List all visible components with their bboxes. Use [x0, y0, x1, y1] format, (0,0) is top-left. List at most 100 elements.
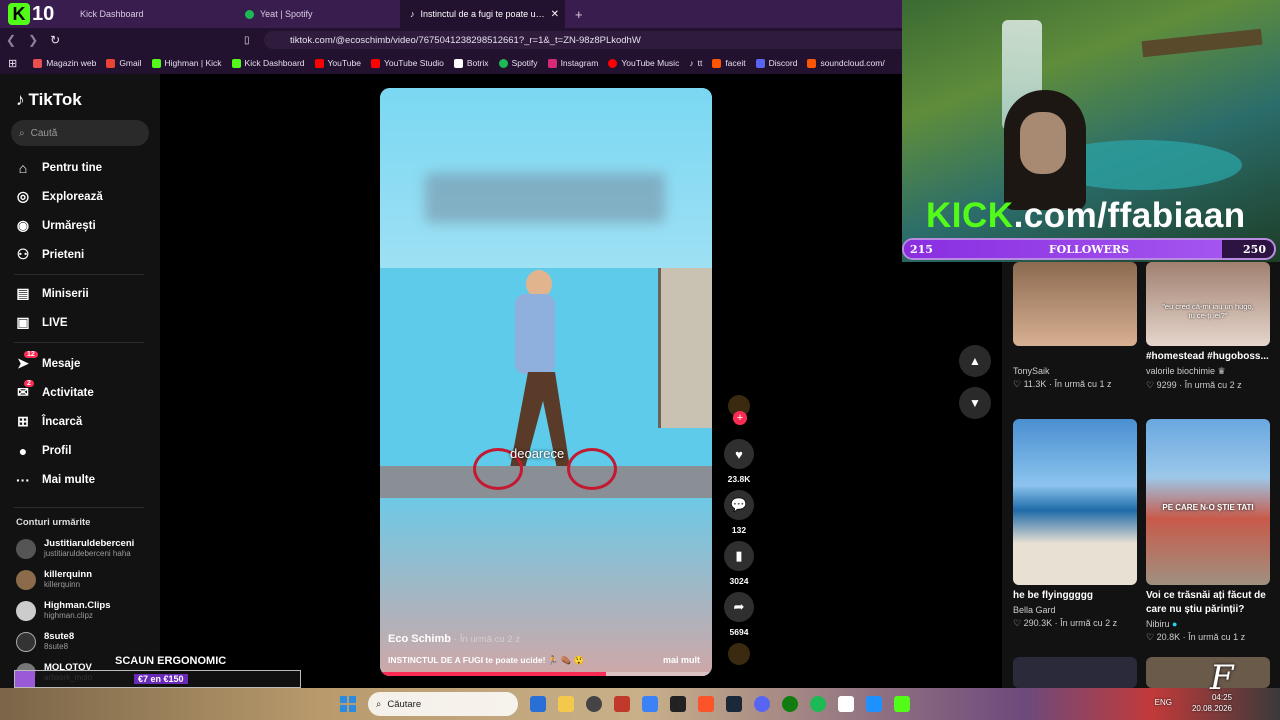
forward-icon[interactable]: ❯	[28, 33, 38, 47]
video-player[interactable]: deoarece Eco Schimb · În urmă cu 2 z INS…	[380, 88, 712, 676]
app-icon[interactable]	[642, 696, 658, 712]
app-icon[interactable]	[614, 696, 630, 712]
followers-goal: 250	[1243, 243, 1266, 256]
menu-item-prieteni[interactable]: ⚇ Prieteni	[14, 240, 154, 269]
menu-item-profil[interactable]: ● Profil	[14, 436, 154, 465]
video-door	[658, 268, 712, 428]
save-button[interactable]: ▮ 3024	[722, 541, 756, 586]
menu-item-pentru-tine[interactable]: ⌂ Pentru tine	[14, 153, 154, 182]
spotify-icon[interactable]	[810, 696, 826, 712]
avatar	[16, 601, 36, 621]
bookmark-item[interactable]: Highman | Kick	[151, 58, 222, 68]
bookmark-icon[interactable]: ▯	[244, 35, 250, 46]
like-button[interactable]: ♥ 23.8K	[722, 439, 756, 484]
followers-label: FOLLOWERS	[1048, 243, 1130, 256]
share-button[interactable]: ➦ 5694	[722, 592, 756, 637]
bookmark-item[interactable]: faceit	[712, 58, 746, 68]
menu-item-incarca[interactable]: ⊞ Încarcă	[14, 407, 154, 436]
recommended-card[interactable]: PE CARE N-O ȘTIE TATI Voi ce trăsnăi ați…	[1146, 419, 1270, 643]
apps-grid-icon[interactable]: ⊞	[8, 57, 17, 70]
tiktok-icon: ♪	[689, 58, 694, 68]
back-icon[interactable]: ❮	[6, 33, 16, 47]
more-button[interactable]: mai mult	[663, 655, 700, 665]
video-author[interactable]: Eco Schimb · În urmă cu 2 z	[388, 633, 520, 645]
tab-tiktok[interactable]: ♪ Instinctul de a fugi te poate u… ✕	[400, 0, 565, 28]
close-tab-icon[interactable]: ✕	[551, 9, 559, 20]
menu-label: Profil	[42, 444, 72, 457]
recommended-card[interactable]: TonySaik ♡ 11.3K · În urmă cu 1 z	[1013, 262, 1137, 390]
tab-kick-dashboard[interactable]: Kick Dashboard	[70, 0, 235, 28]
kick-icon[interactable]	[894, 696, 910, 712]
tiktok-logo-text: TikTok	[28, 90, 82, 109]
reload-icon[interactable]: ↻	[50, 33, 60, 47]
bookmark-item[interactable]: soundcloud.com/	[807, 58, 885, 68]
menu-item-mai-multe[interactable]: ··· Mai multe	[14, 465, 154, 494]
bookmark-item[interactable]: YouTube Studio	[370, 58, 444, 68]
recommended-card[interactable]: he be flyinggggg Bella Gard ♡ 290.3K · Î…	[1013, 419, 1137, 629]
recommended-panel: TonySaik ♡ 11.3K · În urmă cu 1 z "eu cr…	[1002, 262, 1280, 688]
video-progress-bar[interactable]	[380, 672, 712, 676]
menu-item-urmaresti[interactable]: ◉ Urmărești	[14, 211, 154, 240]
app-icon[interactable]	[866, 696, 882, 712]
tab-spotify[interactable]: Yeat | Spotify	[235, 0, 400, 28]
bookmark-item[interactable]: Gmail	[106, 58, 142, 68]
bookmark-item[interactable]: Discord	[755, 58, 797, 68]
sound-disc[interactable]	[722, 643, 756, 665]
menu-item-miniserii[interactable]: ▤ Miniserii	[14, 279, 154, 308]
tiktok-logo[interactable]: ♪ TikTok	[16, 90, 82, 110]
next-video-button[interactable]: ▼	[959, 387, 991, 419]
language-indicator[interactable]: ENG	[1155, 698, 1172, 707]
bookmark-item[interactable]: YouTube Music	[608, 58, 679, 68]
taskbar-apps: ⌕ Căutare	[340, 688, 910, 720]
following-item[interactable]: 8sute8 8sute8	[16, 632, 74, 652]
follow-plus-icon[interactable]: +	[733, 411, 747, 425]
menu-item-activitate[interactable]: ✉ 2 Activitate	[14, 378, 154, 407]
creator-avatar[interactable]: +	[722, 395, 756, 425]
discord-icon[interactable]	[754, 696, 770, 712]
activity-badge: 2	[24, 380, 34, 387]
verified-icon: ●	[1172, 619, 1178, 629]
menu-item-mesaje[interactable]: ➤ 12 Mesaje	[14, 349, 154, 378]
avatar	[16, 632, 36, 652]
bookmark-label: YouTube Studio	[383, 58, 444, 68]
task-view-icon[interactable]	[530, 696, 546, 712]
comment-button[interactable]: 💬 132	[722, 490, 756, 535]
menu-label: Explorează	[42, 190, 103, 203]
menu-item-exploreaza[interactable]: ◎ Explorează	[14, 182, 154, 211]
tiktok-sidebar: ♪ TikTok ⌕ Caută ⌂ Pentru tine ◎ Exploreaz…	[0, 74, 160, 688]
recommended-card[interactable]	[1013, 657, 1137, 688]
bookmark-item[interactable]: Spotify	[498, 58, 538, 68]
brave-icon[interactable]	[698, 696, 714, 712]
steam-icon[interactable]	[726, 696, 742, 712]
bookmark-item[interactable]: ♪ tt	[689, 58, 702, 68]
github-icon[interactable]	[586, 696, 602, 712]
browser-tabbar: Kick Dashboard Yeat | Spotify ♪ Instinct…	[0, 0, 902, 28]
search-input[interactable]: ⌕ Caută	[11, 120, 149, 146]
menu-label: Mesaje	[42, 357, 81, 370]
new-tab-button[interactable]: +	[565, 7, 593, 22]
bookmark-item[interactable]: Magazin web	[33, 58, 96, 68]
video-person-body	[515, 294, 555, 374]
file-explorer-icon[interactable]	[558, 696, 574, 712]
following-item[interactable]: killerquinn killerquinn	[16, 570, 92, 590]
bookmark-label: tt	[697, 58, 703, 68]
recommended-card[interactable]	[1146, 657, 1270, 688]
bookmark-item[interactable]: YouTube	[314, 58, 361, 68]
following-item[interactable]: Justitiaruldeberceni justitiaruldeberceni…	[16, 539, 134, 559]
recommended-card[interactable]: "eu cred că-mi iau un hugo, tu ce-ți iei…	[1146, 262, 1270, 391]
bookmark-item[interactable]: Kick Dashboard	[231, 58, 305, 68]
share-icon: ➦	[724, 592, 754, 622]
windows-start-icon[interactable]	[340, 696, 356, 712]
account-menu: ➤ 12 Mesaje ✉ 2 Activitate ⊞ Încarcă ● Profil …	[14, 349, 154, 494]
terminal-icon[interactable]	[670, 696, 686, 712]
bookmark-item[interactable]: Instagram	[547, 58, 598, 68]
taskbar-search[interactable]: ⌕ Căutare	[368, 692, 518, 716]
menu-item-live[interactable]: ▣ LIVE	[14, 308, 154, 337]
previous-video-button[interactable]: ▲	[959, 345, 991, 377]
address-bar[interactable]: tiktok.com/@ecoschimb/video/767504123829…	[264, 31, 902, 49]
streamer-signature-logo: F	[1210, 658, 1234, 698]
following-item[interactable]: Highman.Clips highman.clipz	[16, 601, 111, 621]
xbox-icon[interactable]	[782, 696, 798, 712]
bookmark-item[interactable]: Botrix	[453, 58, 489, 68]
epic-games-icon[interactable]	[838, 696, 854, 712]
